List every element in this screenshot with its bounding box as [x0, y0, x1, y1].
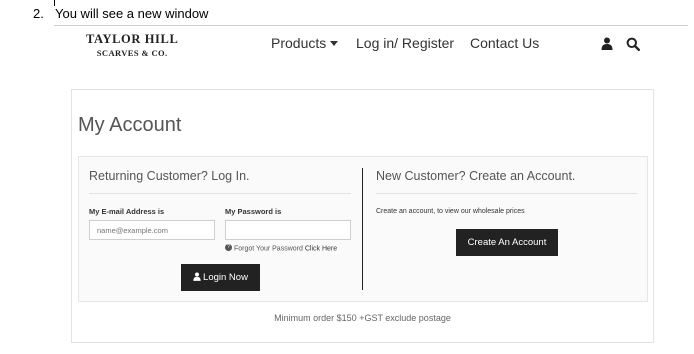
create-account-button[interactable]: Create An Account — [456, 229, 558, 256]
nav-products-label: Products — [271, 35, 327, 51]
screenshot-top-border — [54, 25, 688, 26]
logo-line-2: SCARVES & CO. — [96, 48, 168, 58]
question-circle-icon: ? — [225, 244, 232, 251]
returning-customer-heading: Returning Customer? Log In. — [89, 169, 250, 183]
step-text: You will see a new window — [55, 6, 209, 21]
nav-contact-us[interactable]: Contact Us — [470, 35, 539, 51]
forgot-password: ? Forgot Your Password Click Here — [225, 244, 337, 253]
login-button-label: Login Now — [203, 272, 248, 283]
user-icon[interactable] — [601, 37, 613, 50]
email-label: My E-mail Address is — [89, 207, 165, 216]
login-button[interactable]: Login Now — [181, 264, 260, 291]
account-panel: Returning Customer? Log In. My E-mail Ad… — [78, 156, 648, 302]
password-field[interactable] — [225, 220, 351, 240]
nav-login-register[interactable]: Log in/ Register — [356, 35, 454, 51]
step-number: 2. — [33, 6, 44, 21]
password-label: My Password is — [225, 207, 282, 216]
new-customer-heading: New Customer? Create an Account. — [376, 169, 576, 183]
section-divider-line — [376, 193, 638, 194]
create-account-note: Create an account, to view our wholesale… — [376, 208, 525, 215]
account-card: My Account Returning Customer? Log In. M… — [71, 89, 654, 343]
forgot-password-text: Forgot Your Password — [234, 245, 303, 253]
section-divider-line — [89, 193, 351, 194]
logo-line-1: TAYLOR HILL — [86, 32, 179, 46]
forgot-password-link[interactable]: Click Here — [305, 245, 337, 252]
user-icon — [193, 272, 201, 281]
instruction-step: 2. You will see a new window — [33, 6, 208, 21]
site-logo[interactable]: TAYLOR HILL SCARVES & CO. — [86, 32, 178, 58]
email-field[interactable] — [89, 220, 215, 240]
caret-down-icon — [330, 40, 339, 46]
column-divider — [362, 168, 363, 290]
search-icon[interactable] — [626, 37, 640, 51]
page-title: My Account — [78, 114, 182, 136]
minimum-order-note: Minimum order $150 +GST exclude postage — [274, 313, 451, 323]
nav-products[interactable]: Products — [271, 35, 339, 51]
